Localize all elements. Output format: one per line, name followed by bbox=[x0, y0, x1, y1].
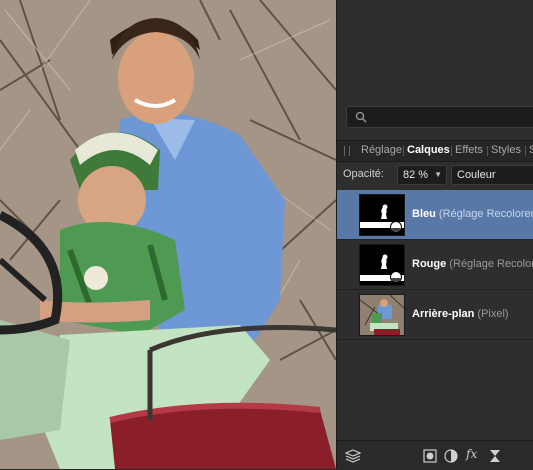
tab-reglage[interactable]: Réglage bbox=[359, 144, 404, 156]
tab-more[interactable]: S bbox=[527, 144, 533, 156]
hourglass-icon[interactable] bbox=[489, 449, 501, 466]
layer-name: Arrière-plan bbox=[412, 308, 475, 320]
fx-icon[interactable]: fx bbox=[466, 447, 477, 461]
search-input[interactable] bbox=[346, 106, 533, 128]
layers-list: Bleu (Réglage Recolorer) Rouge (Réglage … bbox=[337, 190, 533, 440]
layer-thumbnail bbox=[359, 294, 405, 336]
tab-calques[interactable]: Calques bbox=[405, 144, 452, 156]
adjustment-icon[interactable] bbox=[444, 449, 458, 466]
panel-grip-handle[interactable] bbox=[344, 146, 350, 156]
opacity-label: Opacité: bbox=[343, 168, 384, 180]
search-icon bbox=[355, 111, 367, 123]
tab-styles[interactable]: Styles bbox=[489, 144, 523, 156]
tab-effets[interactable]: Effets bbox=[453, 144, 485, 156]
adjustment-badge-icon bbox=[390, 221, 402, 233]
blend-mode-dropdown[interactable]: Couleur bbox=[451, 165, 533, 185]
panel-tabs: Réglage Calques Effets Styles S bbox=[337, 140, 533, 162]
layer-row-bleu[interactable]: Bleu (Réglage Recolorer) bbox=[337, 190, 533, 240]
layers-stack-icon[interactable] bbox=[344, 449, 362, 466]
document-canvas[interactable] bbox=[0, 0, 336, 469]
blend-mode-value: Couleur bbox=[457, 169, 496, 181]
layer-thumbnail bbox=[359, 194, 405, 236]
layer-type: (Réglage Recolorer) bbox=[449, 258, 533, 270]
layer-name: Bleu bbox=[412, 208, 436, 220]
photo-image bbox=[0, 0, 336, 469]
layer-type: (Réglage Recolorer) bbox=[438, 208, 533, 220]
layer-type: (Pixel) bbox=[477, 308, 509, 320]
adjustment-badge-icon bbox=[390, 271, 402, 283]
opacity-row: Opacité: 82 % ▼ Couleur bbox=[337, 163, 533, 187]
layer-thumbnail bbox=[359, 244, 405, 286]
layer-row-rouge[interactable]: Rouge (Réglage Recolorer) bbox=[337, 240, 533, 290]
mask-icon[interactable] bbox=[423, 449, 437, 466]
opacity-value: 82 % bbox=[403, 169, 429, 181]
layer-name: Rouge bbox=[412, 258, 447, 270]
layer-row-arriere-plan[interactable]: Arrière-plan (Pixel) bbox=[337, 290, 533, 340]
layers-bottom-toolbar: fx bbox=[337, 440, 533, 470]
chevron-down-icon: ▼ bbox=[434, 170, 442, 179]
opacity-dropdown[interactable]: 82 % ▼ bbox=[397, 165, 447, 185]
layers-panel: Réglage Calques Effets Styles S Opacité:… bbox=[336, 0, 533, 470]
